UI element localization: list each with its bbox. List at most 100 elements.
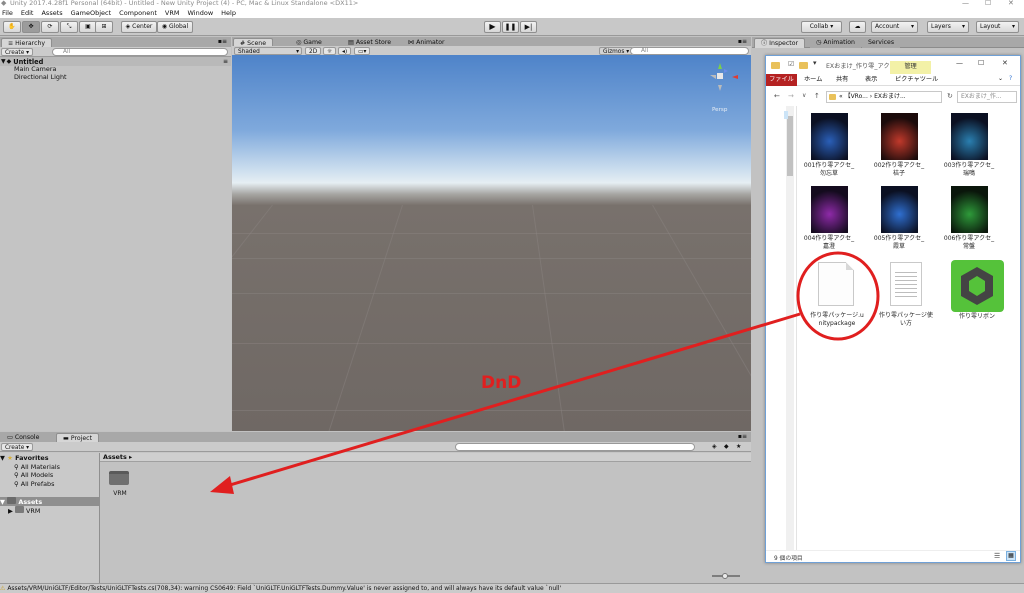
ribbon-tab-home[interactable]: ホーム — [804, 74, 822, 86]
mode-2d-toggle[interactable]: 2D — [305, 47, 322, 55]
qat-dropdown-icon[interactable]: ▾ — [813, 59, 817, 67]
pause-button[interactable]: ❚❚ — [502, 21, 519, 33]
favorites-item-all-materials[interactable]: ⚲ All Materials — [14, 463, 60, 471]
maximize-icon[interactable]: ☐ — [978, 59, 984, 67]
unitypackage-file-name[interactable]: 作り零パッケージ.unitypackage — [809, 312, 865, 328]
expand-arrow-icon[interactable]: ▼ — [1, 58, 6, 65]
slider-handle[interactable] — [722, 573, 728, 579]
move-tool-button[interactable]: ✥ — [22, 21, 40, 33]
back-arrow-icon[interactable]: ← — [774, 92, 780, 100]
scene-orientation-gizmo[interactable] — [706, 59, 746, 101]
menu-edit[interactable]: Edit — [21, 8, 34, 18]
file-thumbnail-003[interactable] — [951, 113, 988, 160]
play-button[interactable]: ▶ — [484, 21, 501, 33]
account-button[interactable]: Account ▾ — [871, 21, 918, 33]
star-icon[interactable]: ★ — [736, 443, 741, 450]
minimize-icon[interactable]: — — [962, 0, 969, 7]
rotate-tool-button[interactable]: ⟳ — [41, 21, 59, 33]
assets-tree-header[interactable]: ▼ Assets — [0, 497, 99, 506]
panel-menu-icon[interactable]: ▪≡ — [738, 433, 747, 440]
ribbon-tab-share[interactable]: 共有 — [836, 74, 848, 86]
audio-toggle[interactable]: ◂) — [338, 47, 352, 55]
app-file[interactable] — [951, 260, 1004, 312]
gizmos-dropdown[interactable]: Gizmos ▾ — [599, 47, 634, 55]
cloud-button[interactable]: ☁ — [849, 21, 866, 33]
step-button[interactable]: ▶| — [520, 21, 537, 33]
pivot-global-button[interactable]: ◉ Global — [157, 21, 193, 33]
persp-label[interactable]: Persp — [712, 107, 727, 113]
layout-button[interactable]: Layout ▾ — [976, 21, 1019, 33]
help-icon[interactable]: ? — [1009, 75, 1012, 82]
file-thumbnail-006[interactable] — [951, 186, 988, 233]
nav-scrollbar[interactable] — [786, 106, 794, 550]
shading-mode-dropdown[interactable]: Shaded ▾ — [234, 47, 302, 55]
forward-arrow-icon[interactable]: → — [788, 92, 794, 100]
tab-animation[interactable]: ◷ Animation — [810, 38, 861, 48]
file-thumbnail-005[interactable] — [881, 186, 918, 233]
transform-tool-button[interactable]: ⊞ — [95, 21, 113, 33]
menu-help[interactable]: Help — [221, 8, 236, 18]
file-name-004[interactable]: 004作り零アクセ_嘉澄 — [801, 235, 857, 251]
project-create-button[interactable]: Create ▾ — [1, 443, 34, 451]
menu-file[interactable]: File — [2, 8, 13, 18]
ribbon-tab-file[interactable]: ファイル — [766, 74, 797, 86]
file-thumbnail-001[interactable] — [811, 113, 848, 160]
hierarchy-search-input[interactable]: All — [52, 48, 228, 56]
menu-window[interactable]: Window — [188, 8, 214, 18]
favorites-item-all-models[interactable]: ⚲ All Models — [14, 471, 53, 479]
app-file-name[interactable]: 作り零リボン — [949, 313, 1005, 321]
menu-component[interactable]: Component — [119, 8, 157, 18]
lighting-toggle[interactable]: ☼ — [323, 47, 337, 55]
status-bar[interactable]: ⚠ Assets/VRM/UniGLTF/Editor/Tests/UniGLT… — [0, 583, 1024, 593]
file-name-002[interactable]: 002作り零アクセ_桔子 — [871, 162, 927, 178]
filter-type-icon[interactable]: ◈ — [712, 443, 717, 450]
hierarchy-item-directional-light[interactable]: Directional Light — [14, 73, 67, 81]
nav-item-selected[interactable] — [784, 111, 788, 119]
collab-button[interactable]: Collab ▾ — [801, 21, 842, 33]
assets-tree-item-vrm[interactable]: ▶ VRM — [8, 506, 40, 515]
file-name-005[interactable]: 005作り零アクセ_霞草 — [871, 235, 927, 251]
close-icon[interactable]: ✕ — [1008, 0, 1014, 7]
minimize-icon[interactable]: — — [956, 59, 963, 67]
tab-services[interactable]: Services — [862, 38, 901, 48]
menu-assets[interactable]: Assets — [41, 8, 62, 18]
navigation-pane[interactable] — [766, 106, 797, 550]
effects-dropdown[interactable]: ▭▾ — [354, 47, 371, 55]
up-arrow-icon[interactable]: ↑ — [814, 92, 820, 100]
file-thumbnail-004[interactable] — [811, 186, 848, 233]
scale-tool-button[interactable]: ⤡ — [60, 21, 78, 33]
layers-button[interactable]: Layers ▾ — [927, 21, 969, 33]
file-name-003[interactable]: 003作り零アクセ_瑞鳴 — [941, 162, 997, 178]
maximize-icon[interactable]: ☐ — [985, 0, 991, 7]
project-search-input[interactable] — [455, 443, 695, 451]
details-view-icon[interactable]: ☰ — [994, 552, 1000, 560]
menu-gameobject[interactable]: GameObject — [71, 8, 112, 18]
favorites-item-all-prefabs[interactable]: ⚲ All Prefabs — [14, 480, 54, 488]
scene-menu-icon[interactable]: ≡ — [223, 58, 228, 65]
zoom-slider[interactable] — [712, 573, 740, 579]
panel-menu-icon[interactable]: ▪≡ — [218, 38, 227, 45]
refresh-icon[interactable]: ↻ — [947, 92, 953, 100]
tab-inspector[interactable]: ⓘ Inspector — [754, 38, 806, 48]
project-breadcrumb[interactable]: Assets ▸ — [100, 453, 751, 462]
ribbon-tab-picture-tools[interactable]: ピクチャツール — [895, 74, 938, 86]
filter-label-icon[interactable]: ◆ — [724, 443, 729, 450]
scroll-thumb[interactable] — [787, 116, 793, 176]
recent-dropdown-icon[interactable]: ∨ — [802, 92, 806, 99]
address-bar[interactable]: « 【VRo... › EXおまけ... — [826, 91, 942, 103]
explorer-search-input[interactable]: EXおまけ_作... — [957, 91, 1017, 103]
file-thumbnail-002[interactable] — [881, 113, 918, 160]
check-icon[interactable]: ☑ — [788, 60, 794, 68]
unitypackage-file[interactable] — [818, 262, 854, 306]
text-document-file[interactable] — [890, 262, 922, 306]
text-document-file-name[interactable]: 作り零パッケージ使い方 — [878, 312, 934, 328]
file-name-001[interactable]: 001作り零アクセ_勿忘草 — [801, 162, 857, 178]
file-name-006[interactable]: 006作り零アクセ_常盤 — [941, 235, 997, 251]
hand-tool-button[interactable]: ✋ — [3, 21, 21, 33]
scene-search-input[interactable]: All — [630, 47, 749, 55]
hierarchy-create-button[interactable]: Create ▾ — [1, 48, 34, 56]
ribbon-manage-tab[interactable]: 管理 — [890, 61, 931, 74]
menu-vrm[interactable]: VRM — [165, 8, 180, 18]
pivot-center-button[interactable]: ◈ Center — [121, 21, 157, 33]
chevron-down-icon[interactable]: ⌄ — [998, 75, 1003, 82]
